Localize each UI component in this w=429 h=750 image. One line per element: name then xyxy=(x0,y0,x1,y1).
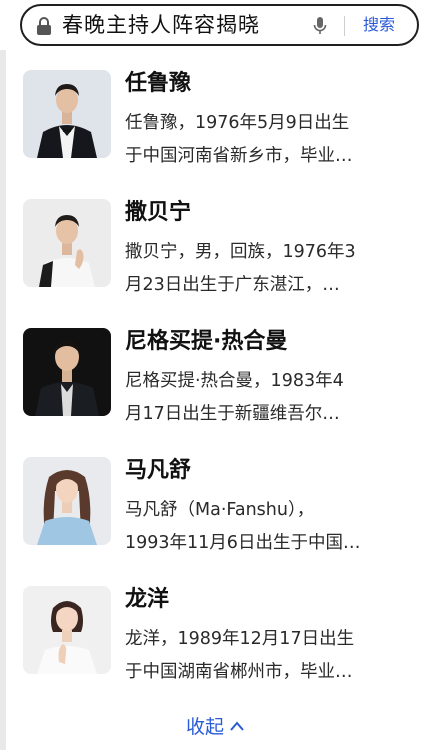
person-thumbnail[interactable] xyxy=(23,586,111,674)
result-item[interactable]: 尼格买提·热合曼 尼格买提·热合曼，1983年4 月17日出生于新疆维吾尔… xyxy=(23,328,423,438)
result-snippet: 龙洋，1989年12月17日出生 于中国湖南省郴州市，毕业… xyxy=(125,623,417,689)
search-divider xyxy=(344,16,345,36)
person-thumbnail[interactable] xyxy=(23,328,111,416)
result-snippet: 任鲁豫，1976年5月9日出生 于中国河南省新乡市，毕业… xyxy=(125,107,417,173)
snippet-line: 任鲁豫，1976年5月9日出生 xyxy=(125,113,350,133)
lock-icon xyxy=(36,17,52,35)
snippet-line: 马凡舒（Ma·Fanshu）， xyxy=(125,500,315,520)
collapse-label: 收起 xyxy=(186,716,225,738)
result-title[interactable]: 尼格买提·热合曼 xyxy=(125,328,287,356)
snippet-line: 1993年11月6日出生于中国… xyxy=(125,533,361,553)
search-button[interactable]: 搜索 xyxy=(363,14,395,36)
result-title[interactable]: 龙洋 xyxy=(125,586,169,614)
microphone-icon[interactable] xyxy=(312,16,328,36)
snippet-line: 尼格买提·热合曼，1983年4 xyxy=(125,371,344,391)
search-input[interactable]: 春晚主持人阵容揭晓 xyxy=(62,11,260,39)
snippet-line: 于中国河南省新乡市，毕业… xyxy=(125,146,353,166)
result-title[interactable]: 任鲁豫 xyxy=(125,70,191,98)
search-bar[interactable]: 春晚主持人阵容揭晓 搜索 xyxy=(20,4,419,46)
snippet-line: 月23日出生于广东湛江，… xyxy=(125,275,340,295)
result-title[interactable]: 撒贝宁 xyxy=(125,199,191,227)
snippet-line: 于中国湖南省郴州市，毕业… xyxy=(125,662,353,682)
chevron-up-icon xyxy=(230,711,244,731)
result-snippet: 尼格买提·热合曼，1983年4 月17日出生于新疆维吾尔… xyxy=(125,365,417,431)
snippet-line: 撒贝宁，男，回族，1976年3 xyxy=(125,242,356,262)
result-title[interactable]: 马凡舒 xyxy=(125,457,191,485)
collapse-button[interactable]: 收起 xyxy=(186,711,244,739)
person-thumbnail[interactable] xyxy=(23,457,111,545)
snippet-line: 月17日出生于新疆维吾尔… xyxy=(125,404,340,424)
result-snippet: 撒贝宁，男，回族，1976年3 月23日出生于广东湛江，… xyxy=(125,236,417,302)
person-thumbnail[interactable] xyxy=(23,70,111,158)
result-snippet: 马凡舒（Ma·Fanshu）， 1993年11月6日出生于中国… xyxy=(125,494,417,560)
left-edge-strip xyxy=(0,50,6,750)
snippet-line: 龙洋，1989年12月17日出生 xyxy=(125,629,355,649)
result-item[interactable]: 任鲁豫 任鲁豫，1976年5月9日出生 于中国河南省新乡市，毕业… xyxy=(23,70,423,180)
result-item[interactable]: 撒贝宁 撒贝宁，男，回族，1976年3 月23日出生于广东湛江，… xyxy=(23,199,423,309)
result-item[interactable]: 马凡舒 马凡舒（Ma·Fanshu）， 1993年11月6日出生于中国… xyxy=(23,457,423,567)
result-item[interactable]: 龙洋 龙洋，1989年12月17日出生 于中国湖南省郴州市，毕业… xyxy=(23,586,423,696)
person-thumbnail[interactable] xyxy=(23,199,111,287)
